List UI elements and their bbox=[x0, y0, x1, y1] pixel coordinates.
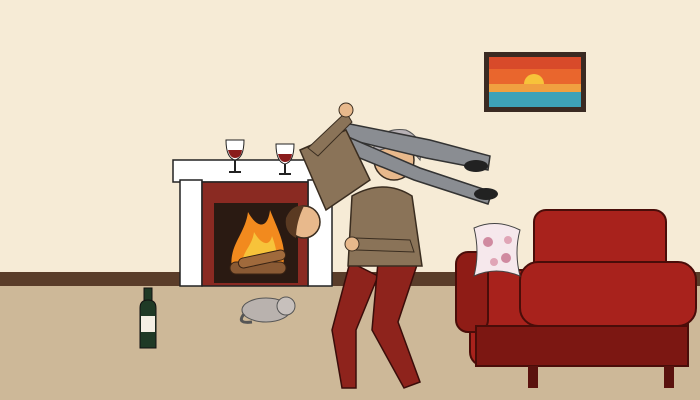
sunset-painting-icon bbox=[484, 52, 586, 112]
living-room-scene bbox=[0, 0, 700, 400]
scene-illustration bbox=[0, 0, 700, 400]
floral-pillow-icon bbox=[473, 223, 521, 277]
